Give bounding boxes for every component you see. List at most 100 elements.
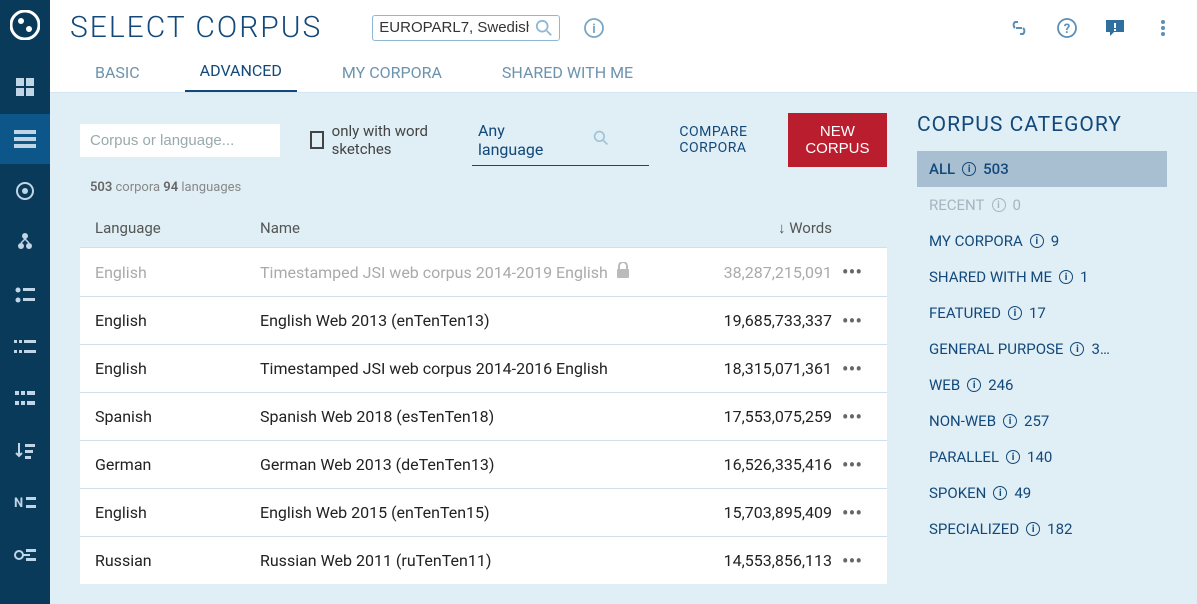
category-label: NON-WEB xyxy=(929,412,996,430)
category-item[interactable]: MY CORPORA i 9 xyxy=(917,223,1167,259)
corpus-filter-input[interactable] xyxy=(80,124,280,157)
category-item[interactable]: FEATURED i 17 xyxy=(917,295,1167,331)
link-icon[interactable] xyxy=(1005,14,1033,42)
cell-name: Russian Web 2011 (ruTenTen11) xyxy=(260,551,682,570)
category-item[interactable]: WEB i 246 xyxy=(917,367,1167,403)
category-label: WEB xyxy=(929,376,960,394)
info-icon[interactable]: i xyxy=(1026,522,1040,536)
cell-words: 17,553,075,259 xyxy=(682,407,832,426)
cell-words: 15,703,895,409 xyxy=(682,503,832,522)
feedback-icon[interactable] xyxy=(1101,14,1129,42)
category-label: PARALLEL xyxy=(929,448,999,466)
row-more-icon[interactable]: ••• xyxy=(832,316,872,326)
info-icon[interactable]: i xyxy=(993,486,1007,500)
cell-name: English Web 2015 (enTenTen15) xyxy=(260,503,682,522)
cell-words: 16,526,335,416 xyxy=(682,455,832,474)
cell-words: 38,287,215,091 xyxy=(682,263,832,282)
row-more-icon[interactable]: ••• xyxy=(832,556,872,566)
cell-name: Timestamped JSI web corpus 2014-2019 Eng… xyxy=(260,262,682,282)
table-row[interactable]: GermanGerman Web 2013 (deTenTen13)16,526… xyxy=(80,440,887,488)
cell-words: 19,685,733,337 xyxy=(682,311,832,330)
nav-thesaurus-icon[interactable] xyxy=(0,218,50,268)
table-row[interactable]: SpanishSpanish Web 2018 (esTenTen18)17,5… xyxy=(80,392,887,440)
category-count: 257 xyxy=(1024,412,1049,430)
nav-sort-icon[interactable] xyxy=(0,426,50,476)
row-more-icon[interactable]: ••• xyxy=(832,412,872,422)
category-count: 9 xyxy=(1051,232,1059,250)
language-select[interactable]: Any language xyxy=(472,115,649,166)
tab-advanced[interactable]: ADVANCED xyxy=(185,51,297,92)
only-sketches-checkbox[interactable]: only with word sketches xyxy=(310,122,442,158)
info-icon[interactable]: i xyxy=(1070,342,1084,356)
category-title: CORPUS CATEGORY xyxy=(917,113,1167,137)
nav-collocation-icon[interactable] xyxy=(0,322,50,372)
category-item[interactable]: SPECIALIZED i 182 xyxy=(917,511,1167,547)
help-icon[interactable]: ? xyxy=(1053,14,1081,42)
info-icon[interactable]: i xyxy=(1008,306,1022,320)
cell-language: English xyxy=(95,311,260,330)
category-label: RECENT xyxy=(929,196,985,214)
category-item[interactable]: SHARED WITH ME i 1 xyxy=(917,259,1167,295)
tab-shared[interactable]: SHARED WITH ME xyxy=(487,53,648,92)
nav-bullets-icon[interactable] xyxy=(0,270,50,320)
cell-name: English Web 2013 (enTenTen13) xyxy=(260,311,682,330)
nav-list-icon[interactable] xyxy=(0,114,50,164)
checkbox-icon xyxy=(310,131,324,149)
cell-name: Timestamped JSI web corpus 2014-2016 Eng… xyxy=(260,359,682,378)
category-item[interactable]: PARALLEL i 140 xyxy=(917,439,1167,475)
top-bar: SELECT CORPUS i ? xyxy=(50,0,1197,55)
row-more-icon[interactable]: ••• xyxy=(832,460,872,470)
table-row[interactable]: RussianRussian Web 2011 (ruTenTen11)14,5… xyxy=(80,536,887,584)
corpus-search[interactable] xyxy=(372,15,560,41)
category-item[interactable]: ALL i 503 xyxy=(917,151,1167,187)
table-row[interactable]: EnglishEnglish Web 2015 (enTenTen15)15,7… xyxy=(80,488,887,536)
nav-dashboard-icon[interactable] xyxy=(0,62,50,112)
nav-grid-icon[interactable] xyxy=(0,374,50,424)
cell-language: German xyxy=(95,455,260,474)
cell-language: Spanish xyxy=(95,407,260,426)
info-icon[interactable]: i xyxy=(580,14,608,42)
category-label: SPECIALIZED xyxy=(929,520,1019,538)
table-row[interactable]: EnglishTimestamped JSI web corpus 2014-2… xyxy=(80,247,887,296)
table-row[interactable]: EnglishTimestamped JSI web corpus 2014-2… xyxy=(80,344,887,392)
info-icon[interactable]: i xyxy=(962,162,976,176)
corpus-search-input[interactable] xyxy=(379,19,529,36)
category-count: 140 xyxy=(1027,448,1052,466)
row-more-icon[interactable]: ••• xyxy=(832,508,872,518)
nav-target-icon[interactable] xyxy=(0,166,50,216)
info-icon[interactable]: i xyxy=(1006,450,1020,464)
row-more-icon[interactable]: ••• xyxy=(832,267,872,277)
info-icon[interactable]: i xyxy=(1030,234,1044,248)
category-count: 182 xyxy=(1047,520,1072,538)
only-sketches-label: only with word sketches xyxy=(332,122,442,158)
nav-keyword-icon[interactable] xyxy=(0,530,50,580)
nav-ngram-icon[interactable]: N xyxy=(0,478,50,528)
side-nav: N xyxy=(0,0,50,604)
tab-basic[interactable]: BASIC xyxy=(80,53,155,92)
lock-icon xyxy=(616,262,630,282)
tab-mycorpora[interactable]: MY CORPORA xyxy=(327,53,457,92)
col-name[interactable]: Name xyxy=(260,219,682,237)
info-icon[interactable]: i xyxy=(1059,270,1073,284)
category-item[interactable]: GENERAL PURPOSE i 3… xyxy=(917,331,1167,367)
category-count: 0 xyxy=(1013,196,1021,214)
cell-name: Spanish Web 2018 (esTenTen18) xyxy=(260,407,682,426)
compare-corpora-link[interactable]: COMPARE CORPORA xyxy=(679,124,769,156)
new-corpus-button[interactable]: NEW CORPUS xyxy=(788,113,887,167)
info-icon[interactable]: i xyxy=(992,198,1006,212)
col-language[interactable]: Language xyxy=(95,219,260,237)
category-item[interactable]: SPOKEN i 49 xyxy=(917,475,1167,511)
col-words[interactable]: ↓ Words xyxy=(682,219,832,237)
category-label: FEATURED xyxy=(929,304,1001,322)
table-row[interactable]: EnglishEnglish Web 2013 (enTenTen13)19,6… xyxy=(80,296,887,344)
cell-words: 14,553,856,113 xyxy=(682,551,832,570)
search-icon[interactable] xyxy=(535,19,553,37)
info-icon[interactable]: i xyxy=(1003,414,1017,428)
counts-label: 503 corpora 94 languages xyxy=(90,180,887,195)
row-more-icon[interactable]: ••• xyxy=(832,364,872,374)
cell-language: English xyxy=(95,263,260,282)
more-icon[interactable] xyxy=(1149,14,1177,42)
info-icon[interactable]: i xyxy=(967,378,981,392)
category-item[interactable]: NON-WEB i 257 xyxy=(917,403,1167,439)
category-item[interactable]: RECENT i 0 xyxy=(917,187,1167,223)
